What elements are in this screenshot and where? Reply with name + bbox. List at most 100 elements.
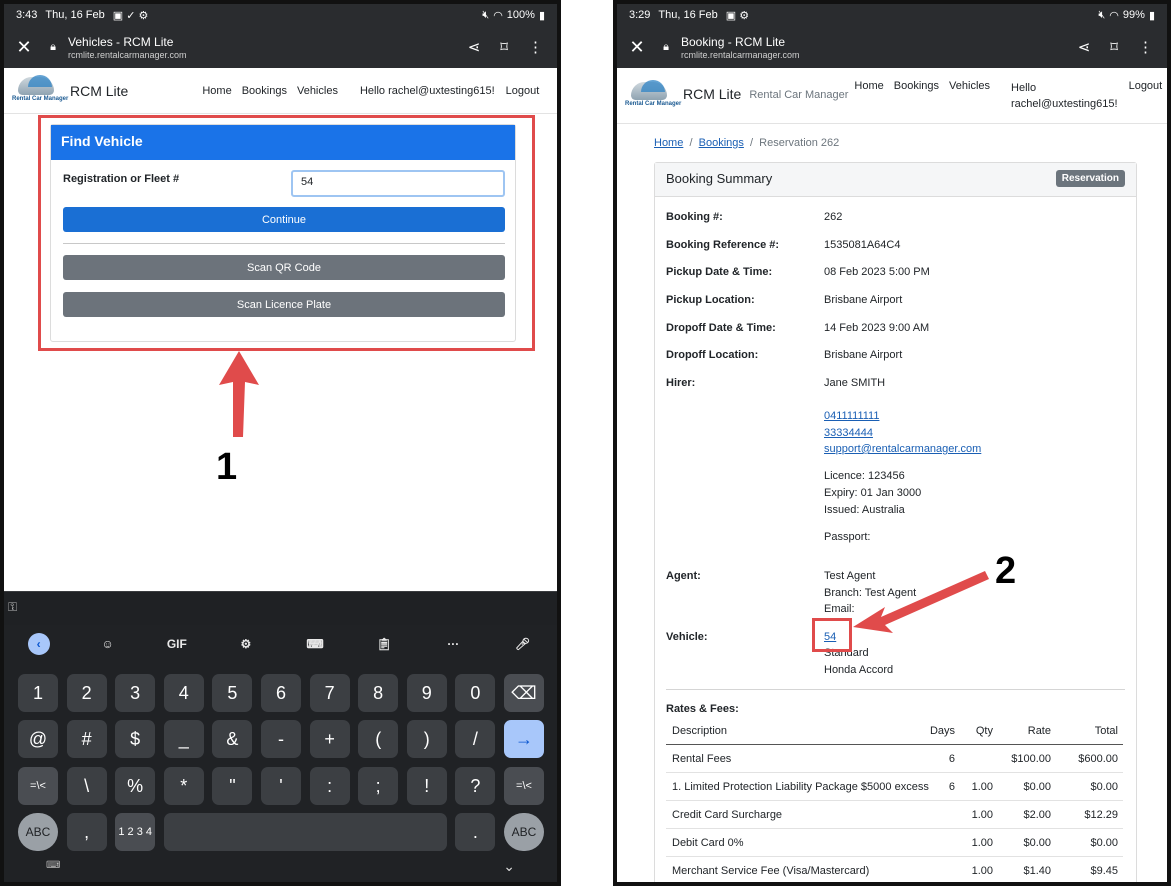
logout-link[interactable]: Logout: [1129, 80, 1163, 92]
rcm-logo[interactable]: Rental Car Manager: [625, 80, 681, 112]
microphone-icon[interactable]: 🎤︎: [488, 637, 557, 651]
lock-icon[interactable]: 🔒︎: [44, 41, 62, 54]
left-phone-screenshot: 3:43 Thu, 16 Feb ▣ ✓ ⚙ 🔇︎ ◠ 100% ▮ ✕ 🔒︎ …: [0, 0, 561, 886]
bookmark-icon[interactable]: ⌑: [500, 38, 508, 56]
nav-home[interactable]: Home: [854, 80, 883, 92]
key-row3-9[interactable]: ?: [455, 767, 496, 805]
status-badge: Reservation: [1055, 170, 1125, 187]
key-row3-5[interactable]: ': [261, 767, 301, 805]
key-7[interactable]: 8: [358, 674, 399, 712]
numpad-key[interactable]: 1 2 3 4: [115, 813, 156, 851]
hide-keyboard-chevron-icon[interactable]: ⌄: [503, 858, 515, 875]
key-row2-9[interactable]: /: [455, 720, 496, 758]
gif-button[interactable]: GIF: [142, 637, 211, 651]
pickup-datetime-label: Pickup Date & Time:: [666, 266, 773, 278]
page-url: rcmlite.rentalcarmanager.com: [681, 49, 800, 60]
keyboard-layout-icon[interactable]: ⌨: [281, 637, 350, 651]
sticker-icon[interactable]: ☺: [73, 637, 142, 651]
battery-icon: ▮: [1148, 9, 1155, 22]
backspace-key-icon[interactable]: ⌫: [504, 674, 544, 712]
space-bar[interactable]: [163, 813, 448, 851]
nav-vehicles[interactable]: Vehicles: [949, 80, 990, 92]
key-row3-0[interactable]: =\<: [18, 767, 58, 805]
col-qty: Qty: [975, 725, 993, 737]
key-row2-2[interactable]: $: [115, 720, 156, 758]
key-0[interactable]: 1: [18, 674, 58, 712]
pickup-datetime-value: 08 Feb 2023 5:00 PM: [824, 266, 930, 278]
keyboard-switch-icon[interactable]: ⌨: [46, 860, 60, 871]
share-icon[interactable]: ⋖: [1078, 38, 1091, 56]
key-row2-7[interactable]: (: [358, 720, 399, 758]
table-cell: $9.45: [1090, 865, 1118, 877]
key-row3-6[interactable]: :: [309, 767, 350, 805]
comma-key[interactable]: ,: [66, 813, 107, 851]
rcm-logo[interactable]: Rental Car Manager: [12, 74, 68, 107]
abc-key-right[interactable]: ABC: [504, 813, 544, 851]
more-options-icon[interactable]: ···: [419, 637, 488, 651]
settings-gear-icon[interactable]: ⚙: [211, 637, 280, 651]
key-row2-3[interactable]: _: [163, 720, 204, 758]
status-time: 3:29: [629, 9, 651, 21]
col-rate: Rate: [1027, 725, 1051, 737]
brand-name[interactable]: RCM Lite: [70, 83, 128, 99]
more-menu-icon[interactable]: ⋮: [1138, 38, 1153, 56]
nav-bar: ⌨ ⌄: [4, 856, 557, 882]
nav-bookings[interactable]: Bookings: [894, 80, 939, 92]
nav-home[interactable]: Home: [202, 85, 231, 97]
breadcrumb-bookings[interactable]: Bookings: [699, 137, 744, 149]
key-row2-0[interactable]: @: [18, 720, 58, 758]
nav-vehicles[interactable]: Vehicles: [297, 85, 338, 97]
key-row2-6[interactable]: +: [309, 720, 350, 758]
enter-key-icon[interactable]: →: [504, 720, 544, 758]
wifi-icon: ◠: [1109, 9, 1119, 22]
clipboard-icon[interactable]: 📋︎: [350, 637, 419, 651]
brand-name[interactable]: RCM Lite: [683, 86, 741, 102]
key-row2-5[interactable]: -: [261, 720, 301, 758]
close-tab-icon[interactable]: ✕: [4, 37, 44, 58]
breadcrumb-current: Reservation 262: [759, 137, 840, 149]
nav-bookings[interactable]: Bookings: [242, 85, 287, 97]
hirer-phone-2[interactable]: 33334444: [824, 427, 873, 439]
annotation-arrow: [853, 571, 989, 633]
key-row3-4[interactable]: ": [212, 767, 253, 805]
key-4[interactable]: 5: [212, 674, 253, 712]
key-row2-4[interactable]: &: [212, 720, 253, 758]
hirer-email[interactable]: support@rentalcarmanager.com: [824, 443, 981, 455]
keyboard-suggestion-strip: ⚿: [4, 591, 557, 625]
table-row: Credit Card Surcharge 1.00 $2.00 $12.29: [666, 801, 1123, 829]
key-row3-1[interactable]: \: [66, 767, 107, 805]
abc-key[interactable]: ABC: [18, 813, 58, 851]
key-row3-3[interactable]: *: [163, 767, 204, 805]
key-9[interactable]: 0: [455, 674, 496, 712]
hirer-phone-1[interactable]: 0411111111: [824, 410, 879, 422]
key-2[interactable]: 3: [115, 674, 156, 712]
key-3[interactable]: 4: [163, 674, 204, 712]
password-key-icon[interactable]: ⚿: [8, 600, 32, 618]
period-key[interactable]: .: [455, 813, 496, 851]
booking-number-value: 262: [824, 211, 843, 223]
col-total: Total: [1094, 725, 1118, 737]
key-row2-1[interactable]: #: [66, 720, 107, 758]
key-row3-7[interactable]: ;: [358, 767, 399, 805]
key-6[interactable]: 7: [309, 674, 350, 712]
key-row3-8[interactable]: !: [406, 767, 447, 805]
key-row2-8[interactable]: ): [406, 720, 447, 758]
key-8[interactable]: 9: [406, 674, 447, 712]
breadcrumb-home[interactable]: Home: [654, 137, 683, 149]
key-5[interactable]: 6: [261, 674, 301, 712]
key-1[interactable]: 2: [66, 674, 107, 712]
lock-icon[interactable]: 🔒︎: [657, 41, 675, 54]
keyboard-back-icon[interactable]: ‹: [27, 633, 50, 655]
key-row3-2[interactable]: %: [115, 767, 156, 805]
logout-link[interactable]: Logout: [506, 85, 540, 97]
table-cell: $100.00: [1011, 753, 1051, 765]
bookmark-icon[interactable]: ⌑: [1110, 38, 1118, 56]
share-icon[interactable]: ⋖: [468, 38, 481, 56]
table-cell: Credit Card Surcharge: [672, 809, 783, 821]
close-tab-icon[interactable]: ✕: [617, 37, 657, 58]
vehicle-model: Honda Accord: [824, 664, 894, 676]
table-cell: Merchant Service Fee (Visa/Mastercard): [672, 865, 870, 877]
more-menu-icon[interactable]: ⋮: [528, 38, 543, 56]
key-row3-10[interactable]: =\<: [504, 767, 544, 805]
col-days: Days: [929, 725, 955, 737]
